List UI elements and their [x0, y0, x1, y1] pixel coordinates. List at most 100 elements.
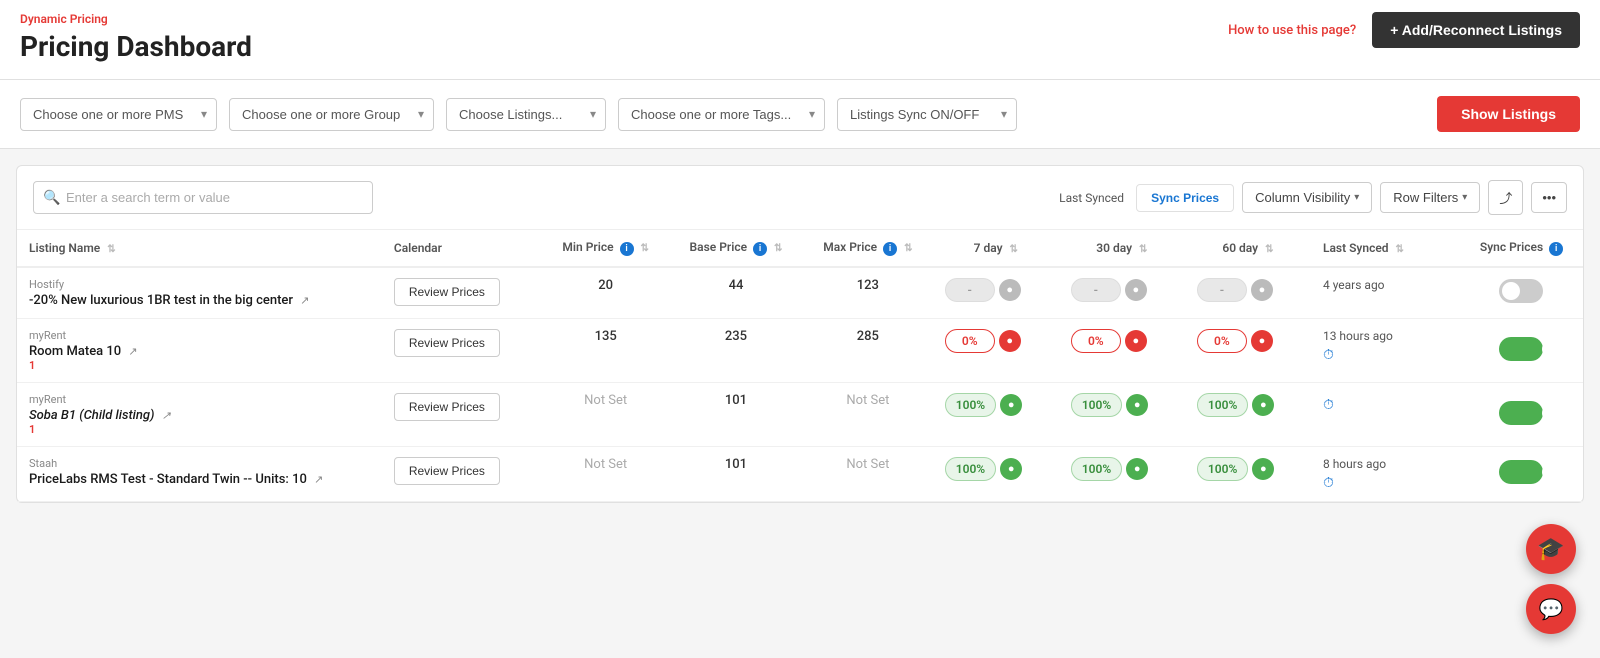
not-set-label: Not Set — [584, 457, 627, 472]
60day-circle-button[interactable]: ● — [1252, 394, 1274, 416]
base-price-value: 101 — [725, 457, 747, 472]
60day-circle-button[interactable]: ● — [1252, 458, 1274, 480]
table-toolbar: 🔍 Last Synced Sync Prices Column Visibil… — [17, 166, 1583, 230]
30day-pill: 0% — [1071, 329, 1121, 353]
last-synced-label: Last Synced — [1059, 191, 1124, 205]
pms-select[interactable]: Choose one or more PMS — [20, 98, 217, 131]
group-select[interactable]: Choose one or more Group — [229, 98, 434, 131]
share-icon: ⤴ — [1499, 191, 1512, 206]
col-header-last-synced: Last Synced ⇅ — [1311, 230, 1460, 267]
30day-circle-button[interactable]: ● — [1125, 279, 1147, 301]
col-header-listing-name: Listing Name ⇅ — [17, 230, 382, 267]
30day-circle-button[interactable]: ● — [1126, 458, 1148, 480]
base-price-value: 44 — [729, 278, 744, 293]
listings-filter[interactable]: Choose Listings... — [446, 98, 606, 131]
sync-toggle[interactable] — [1499, 401, 1543, 425]
graduate-fab[interactable]: 🎓 — [1526, 524, 1576, 574]
review-prices-button[interactable]: Review Prices — [394, 278, 500, 306]
column-visibility-label: Column Visibility — [1255, 190, 1350, 205]
sync-filter[interactable]: Listings Sync ON/OFF — [837, 98, 1017, 131]
max-price-value: 285 — [857, 329, 879, 344]
listing-cell: myRentRoom Matea 10 ↗1 — [17, 319, 382, 383]
sort-icon: ⇅ — [107, 244, 115, 255]
sync-prices-button[interactable]: Sync Prices — [1136, 184, 1234, 212]
filter-bar: Choose one or more PMS Choose one or mor… — [0, 80, 1600, 149]
support-fab[interactable]: 💬 — [1526, 584, 1576, 634]
col-header-30day: 30 day ⇅ — [1059, 230, 1185, 267]
base-price-info-icon[interactable]: i — [753, 242, 767, 256]
toolbar-right: Last Synced Sync Prices Column Visibilit… — [1059, 180, 1567, 215]
listing-group: Staah — [29, 457, 370, 470]
tags-filter[interactable]: Choose one or more Tags... — [618, 98, 825, 131]
graduate-icon: 🎓 — [1537, 537, 1564, 562]
7day-pill: 100% — [945, 393, 996, 417]
group-filter[interactable]: Choose one or more Group — [229, 98, 434, 131]
pms-filter[interactable]: Choose one or more PMS — [20, 98, 217, 131]
listing-link-icon[interactable]: ↗ — [314, 473, 323, 486]
min-price-info-icon[interactable]: i — [620, 242, 634, 256]
row-filters-label: Row Filters — [1393, 190, 1458, 205]
30day-cell: 100% ● — [1059, 383, 1185, 447]
base-price-cell: 101 — [669, 383, 803, 447]
column-visibility-button[interactable]: Column Visibility ▾ — [1242, 182, 1372, 213]
sync-time-icon[interactable]: ⏱ — [1323, 347, 1448, 363]
table-row: StaahPriceLabs RMS Test - Standard Twin … — [17, 447, 1583, 502]
share-button[interactable]: ⤴ — [1488, 180, 1523, 215]
listing-name: Soba B1 (Child listing) ↗ — [29, 408, 370, 423]
calendar-cell: Review Prices — [382, 447, 542, 502]
7day-circle-button[interactable]: ● — [1000, 394, 1022, 416]
sort-icon: ⇅ — [904, 243, 912, 254]
sort-icon: ⇅ — [1010, 244, 1018, 255]
listings-select[interactable]: Choose Listings... — [446, 98, 606, 131]
sort-icon: ⇅ — [641, 243, 649, 254]
review-prices-button[interactable]: Review Prices — [394, 457, 500, 485]
sync-select[interactable]: Listings Sync ON/OFF — [837, 98, 1017, 131]
col-header-7day: 7 day ⇅ — [933, 230, 1059, 267]
7day-circle-button[interactable]: ● — [999, 279, 1021, 301]
7day-circle-button[interactable]: ● — [999, 330, 1021, 352]
sort-icon: ⇅ — [1396, 244, 1404, 255]
more-options-button[interactable]: ••• — [1531, 182, 1567, 213]
min-price-cell: Not Set — [542, 383, 669, 447]
sync-toggle[interactable] — [1499, 337, 1543, 361]
calendar-cell: Review Prices — [382, 267, 542, 319]
sort-icon: ⇅ — [1139, 244, 1147, 255]
min-price-cell: 20 — [542, 267, 669, 319]
sync-toggle-cell — [1460, 319, 1583, 383]
60day-circle-button[interactable]: ● — [1251, 330, 1273, 352]
how-to-link[interactable]: How to use this page? — [1228, 23, 1356, 38]
calendar-cell: Review Prices — [382, 319, 542, 383]
review-prices-button[interactable]: Review Prices — [394, 329, 500, 357]
add-reconnect-button[interactable]: + Add/Reconnect Listings — [1372, 12, 1580, 48]
30day-circle-button[interactable]: ● — [1125, 330, 1147, 352]
last-synced-cell: ⏱ — [1311, 383, 1460, 447]
60day-circle-button[interactable]: ● — [1251, 279, 1273, 301]
search-input[interactable] — [33, 181, 373, 214]
listing-cell: Hostify-20% New luxurious 1BR test in th… — [17, 267, 382, 319]
7day-circle-button[interactable]: ● — [1000, 458, 1022, 480]
sync-toggle[interactable] — [1499, 460, 1543, 484]
base-price-cell: 235 — [669, 319, 803, 383]
listing-link-icon[interactable]: ↗ — [300, 294, 309, 307]
sync-prices-info-icon[interactable]: i — [1549, 242, 1563, 256]
row-filters-button[interactable]: Row Filters ▾ — [1380, 182, 1480, 213]
col-header-base-price: Base Price i ⇅ — [669, 230, 803, 267]
review-prices-button[interactable]: Review Prices — [394, 393, 500, 421]
max-price-cell: Not Set — [803, 383, 933, 447]
listing-link-icon[interactable]: ↗ — [162, 409, 171, 422]
sync-toggle-cell — [1460, 383, 1583, 447]
show-listings-button[interactable]: Show Listings — [1437, 96, 1580, 132]
max-price-info-icon[interactable]: i — [883, 242, 897, 256]
sync-time-icon[interactable]: ⏱ — [1323, 475, 1448, 491]
30day-circle-button[interactable]: ● — [1126, 394, 1148, 416]
sync-toggle[interactable] — [1499, 279, 1543, 303]
ellipsis-icon: ••• — [1542, 190, 1556, 205]
last-synced-cell: 8 hours ago ⏱ — [1311, 447, 1460, 502]
last-synced-value: 8 hours ago — [1323, 457, 1448, 471]
base-price-cell: 101 — [669, 447, 803, 502]
sync-time-icon[interactable]: ⏱ — [1323, 397, 1448, 413]
tags-select[interactable]: Choose one or more Tags... — [618, 98, 825, 131]
col-header-calendar: Calendar — [382, 230, 542, 267]
listing-link-icon[interactable]: ↗ — [128, 345, 137, 358]
listing-error: 1 — [29, 359, 370, 372]
